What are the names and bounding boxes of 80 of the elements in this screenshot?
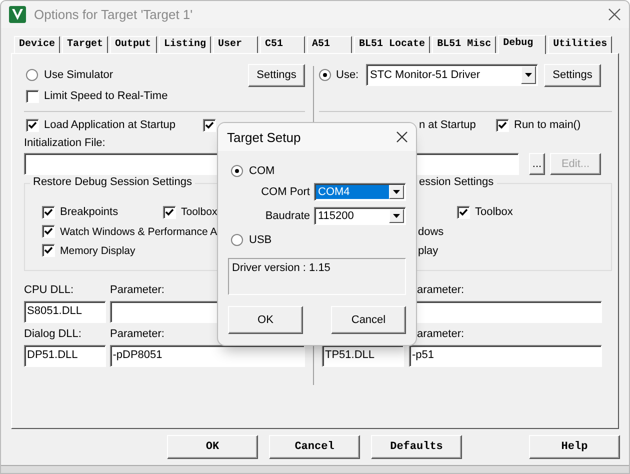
input-field[interactable]: S8051.DLL [24, 301, 106, 323]
tab[interactable]: Listing [159, 36, 212, 53]
tab[interactable]: Debug [498, 35, 546, 54]
dialog-button[interactable]: Defaults [371, 435, 462, 459]
checkbox-label: dows [418, 226, 444, 238]
checkbox[interactable] [26, 90, 39, 102]
radio-label: Use Simulator [44, 69, 114, 81]
field-label: Baudrate [265, 210, 310, 222]
field-label: Parameter: [110, 284, 164, 296]
radio-button[interactable] [231, 234, 243, 246]
dropdown-button[interactable] [389, 208, 404, 222]
field-label: Initialization File: [24, 137, 106, 149]
checkbox-label: Memory Display [60, 244, 136, 256]
tab[interactable]: BL51 Locate [354, 36, 430, 53]
checkbox[interactable] [42, 225, 55, 238]
checkbox[interactable] [42, 206, 55, 218]
settings-button[interactable]: Settings [248, 64, 305, 86]
dialog-button[interactable]: Cancel [331, 306, 406, 334]
checkbox-label: n at Startup [419, 119, 477, 131]
tab[interactable]: Output [110, 36, 158, 53]
input-field[interactable]: -pDP8051 [110, 345, 305, 367]
close-icon[interactable] [396, 131, 408, 143]
dialog-title: Target Setup [227, 130, 302, 144]
checkbox[interactable] [203, 118, 216, 132]
radio-button[interactable] [26, 69, 38, 81]
dialog-button[interactable]: Help [529, 435, 620, 459]
input-field[interactable] [110, 301, 220, 323]
checkbox-label: Toolbox [475, 206, 513, 218]
radio-label: COM [249, 165, 275, 177]
field-label: Dialog DLL: [24, 328, 82, 340]
baudrate-select[interactable]: 115200 [314, 206, 406, 224]
field-label: COM Port [261, 186, 310, 198]
caret-icon [393, 214, 400, 218]
radio-button[interactable] [231, 165, 243, 177]
field-label: arameter: [417, 328, 464, 340]
group-title: ession Settings [416, 176, 497, 188]
tab[interactable]: Utilities [548, 36, 612, 53]
dialog-button[interactable]: OK [167, 435, 258, 459]
checkbox[interactable] [26, 118, 39, 132]
tab[interactable]: BL51 Misc [432, 36, 496, 53]
caret-icon [393, 190, 400, 194]
dialog-button[interactable]: Cancel [269, 435, 360, 459]
checkbox[interactable] [496, 118, 509, 132]
field-label: CPU DLL: [24, 284, 75, 296]
tab[interactable]: A51 [307, 36, 352, 53]
checkbox[interactable] [42, 244, 55, 257]
radio-label: USB [249, 234, 272, 246]
checkbox-label: play [418, 244, 438, 256]
field-label: arameter: [417, 284, 464, 296]
caret-icon [525, 73, 532, 77]
window-title: Options for Target 'Target 1' [34, 7, 194, 22]
app-logo-icon [9, 6, 26, 23]
browse-button[interactable]: ... [529, 153, 545, 175]
settings-button[interactable]: Settings [544, 64, 601, 86]
close-icon[interactable] [608, 8, 621, 21]
com-port-select[interactable]: COM4 [314, 183, 406, 201]
driver-version: Driver version : 1.15 [232, 262, 330, 274]
tab[interactable]: Device [14, 36, 60, 53]
tab[interactable]: C51 [260, 36, 306, 53]
checkbox[interactable] [163, 206, 176, 218]
checkbox[interactable] [457, 206, 470, 218]
checkbox-label: Run to main() [514, 119, 581, 131]
tab[interactable]: User [213, 36, 258, 53]
checkbox-label: Breakpoints [60, 206, 120, 218]
dropdown-button[interactable] [389, 185, 404, 199]
checkbox-label: Limit Speed to Real-Time [44, 90, 168, 102]
field-label: Parameter: [110, 328, 164, 340]
tab[interactable]: Target [62, 36, 108, 53]
input-field[interactable]: DP51.DLL [24, 345, 106, 367]
input-field[interactable]: TP51.DLL [322, 345, 404, 367]
dialog-button[interactable]: OK [228, 306, 303, 334]
input-field[interactable]: -p51 [409, 345, 602, 367]
checkbox-label: Watch Windows & Performance A [60, 226, 218, 238]
checkbox-label: Load Application at Startup [44, 119, 176, 131]
radio-label: Use: [336, 69, 360, 81]
driver-select[interactable]: STC Monitor-51 Driver [366, 64, 538, 86]
dropdown-button[interactable] [521, 66, 536, 84]
checkbox-label: Toolbox [181, 206, 218, 218]
group-title: Restore Debug Session Settings [30, 176, 195, 188]
radio-button[interactable] [319, 69, 331, 81]
